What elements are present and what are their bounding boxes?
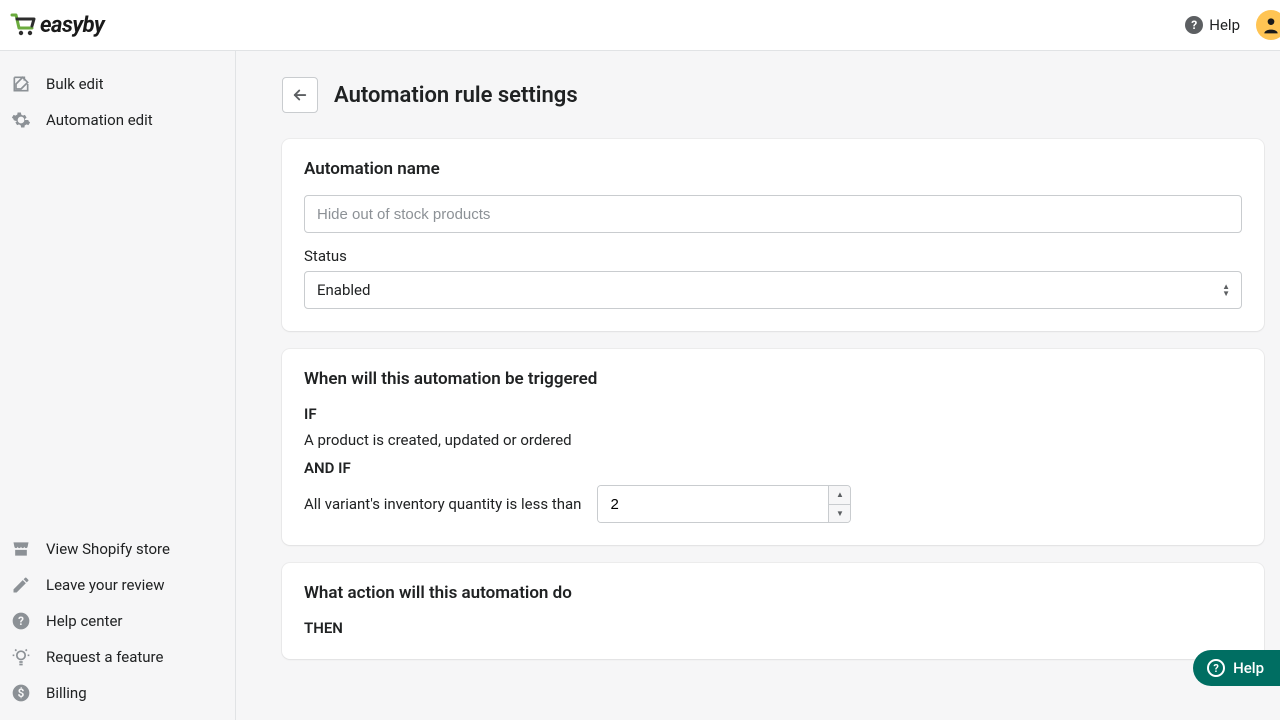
main-content: Automation rule settings Automation name…	[236, 51, 1280, 720]
brand-name: easyby	[40, 13, 104, 38]
stepper-buttons: ▲ ▼	[828, 486, 850, 522]
cart-icon	[10, 12, 38, 38]
sidebar: Bulk edit Automation edit View Shopify s…	[0, 51, 236, 720]
status-value: Enabled	[317, 281, 370, 299]
card-heading: When will this automation be triggered	[304, 369, 1242, 389]
and-if-description: All variant's inventory quantity is less…	[304, 495, 581, 513]
sidebar-item-label: View Shopify store	[46, 540, 170, 558]
arrow-left-icon	[291, 86, 309, 104]
question-circle-icon: ?	[10, 610, 32, 632]
help-fab[interactable]: ? Help	[1193, 650, 1280, 686]
card-heading: What action will this automation do	[304, 583, 1242, 603]
threshold-input[interactable]	[598, 486, 828, 522]
sidebar-item-label: Automation edit	[46, 111, 153, 129]
sidebar-item-billing[interactable]: $ Billing	[0, 676, 235, 710]
pencil-icon	[10, 574, 32, 596]
lightbulb-icon	[10, 646, 32, 668]
automation-name-input[interactable]	[304, 195, 1242, 233]
back-button[interactable]	[282, 77, 318, 113]
sidebar-item-bulk-edit[interactable]: Bulk edit	[0, 67, 235, 101]
avatar[interactable]	[1256, 10, 1280, 40]
sidebar-item-view-store[interactable]: View Shopify store	[0, 532, 235, 566]
sidebar-item-label: Request a feature	[46, 648, 163, 666]
if-description: A product is created, updated or ordered	[304, 431, 1242, 449]
page-header: Automation rule settings	[236, 51, 1280, 113]
topbar: easyby ? Help	[0, 0, 1280, 51]
page-title: Automation rule settings	[334, 83, 578, 108]
brand-logo[interactable]: easyby	[10, 12, 104, 38]
dollar-circle-icon: $	[10, 682, 32, 704]
sidebar-item-help-center[interactable]: ? Help center	[0, 604, 235, 638]
chevron-down-icon: ▼	[836, 509, 844, 518]
question-circle-icon: ?	[1207, 659, 1225, 677]
question-circle-icon: ?	[1185, 16, 1203, 34]
svg-text:?: ?	[18, 614, 24, 628]
then-label: THEN	[304, 619, 1242, 637]
sidebar-item-label: Leave your review	[46, 576, 164, 594]
sidebar-bottom-group: View Shopify store Leave your review ? H…	[0, 532, 235, 710]
sidebar-item-label: Billing	[46, 684, 87, 702]
sidebar-item-label: Help center	[46, 612, 122, 630]
sidebar-item-label: Bulk edit	[46, 75, 104, 93]
card-action: What action will this automation do THEN	[282, 563, 1264, 659]
store-icon	[10, 538, 32, 560]
sidebar-top-group: Bulk edit Automation edit	[0, 67, 235, 137]
gear-icon	[10, 109, 32, 131]
threshold-stepper[interactable]: ▲ ▼	[597, 485, 851, 523]
status-select[interactable]: Enabled	[304, 271, 1242, 309]
chevron-up-icon: ▲	[836, 490, 844, 499]
card-heading: Automation name	[304, 159, 1242, 179]
help-label: Help	[1209, 16, 1240, 34]
edit-icon	[10, 73, 32, 95]
status-label: Status	[304, 247, 1242, 265]
svg-text:$: $	[18, 686, 25, 700]
stepper-down-button[interactable]: ▼	[829, 505, 850, 523]
stepper-up-button[interactable]: ▲	[829, 486, 850, 505]
help-fab-label: Help	[1233, 659, 1264, 677]
sidebar-item-request-feature[interactable]: Request a feature	[0, 640, 235, 674]
sidebar-item-automation-edit[interactable]: Automation edit	[0, 103, 235, 137]
card-trigger: When will this automation be triggered I…	[282, 349, 1264, 545]
help-link[interactable]: ? Help	[1185, 16, 1240, 34]
sidebar-item-leave-review[interactable]: Leave your review	[0, 568, 235, 602]
card-automation-name: Automation name Status Enabled ▲▼	[282, 139, 1264, 331]
and-if-label: AND IF	[304, 459, 1242, 477]
if-label: IF	[304, 405, 1242, 423]
